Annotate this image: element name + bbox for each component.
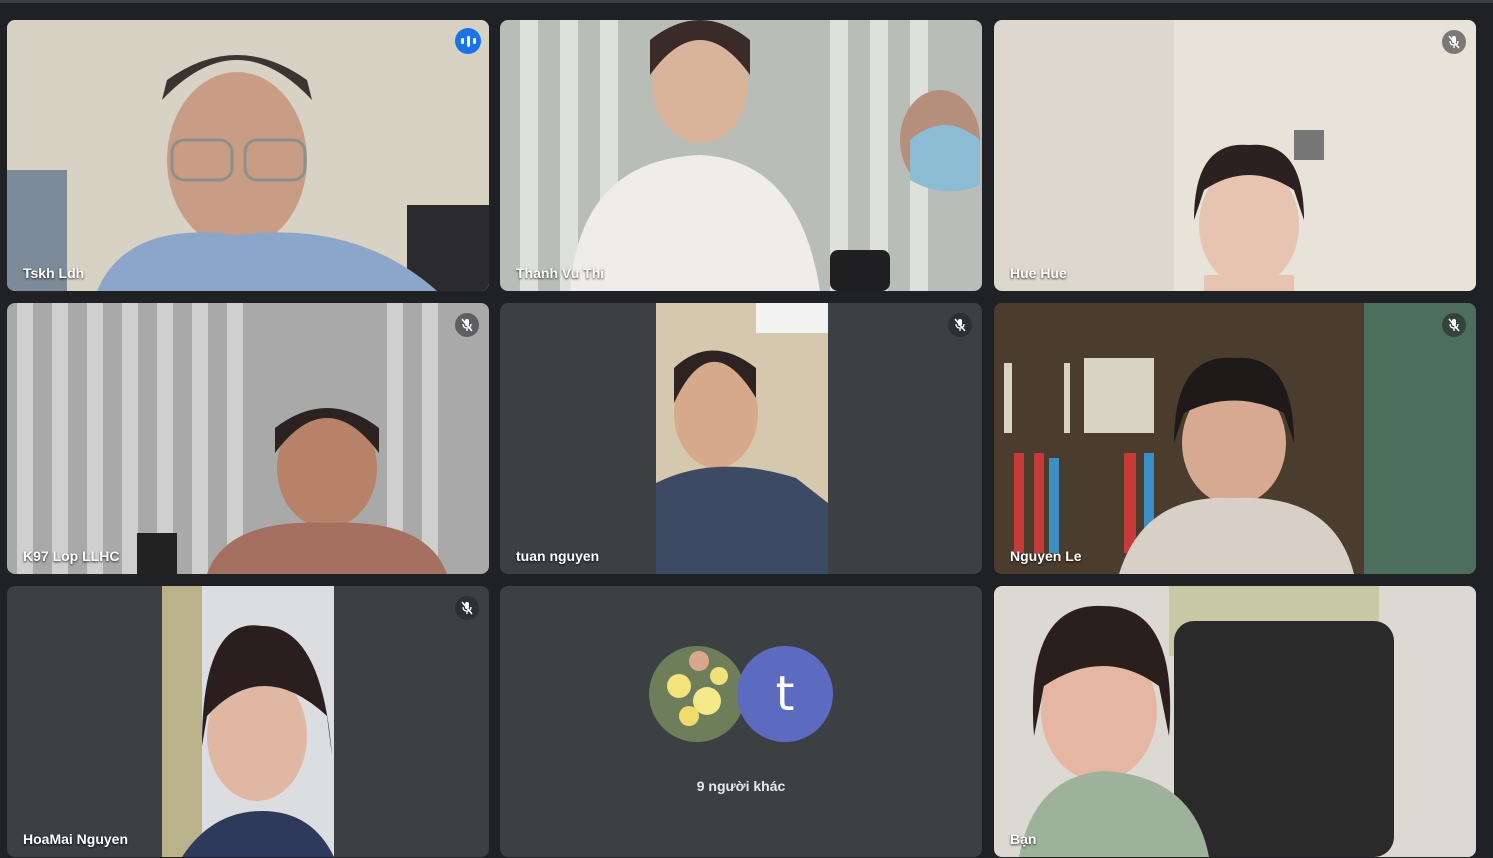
participant-tile-nguyen-le[interactable]: Nguyen Le bbox=[994, 303, 1476, 574]
participant-video bbox=[500, 20, 982, 291]
participant-video bbox=[994, 303, 1476, 574]
participant-name: tuan nguyen bbox=[516, 548, 600, 564]
mic-off-icon bbox=[455, 596, 479, 620]
participant-tile-tuan-nguyen[interactable]: tuan nguyen bbox=[500, 303, 982, 574]
participant-name: Hue Hue bbox=[1010, 265, 1067, 281]
participant-name: Nguyen Le bbox=[1010, 548, 1082, 564]
others-avatars: t bbox=[500, 646, 982, 742]
participant-name: Bạn bbox=[1010, 831, 1037, 847]
mic-off-icon bbox=[1442, 313, 1466, 337]
mic-off-icon bbox=[1442, 30, 1466, 54]
participant-video bbox=[7, 20, 489, 291]
participant-video bbox=[994, 20, 1476, 291]
participant-tile-hoamai-nguyen[interactable]: HoaMai Nguyen bbox=[7, 586, 489, 857]
top-border bbox=[0, 0, 1493, 3]
others-tile[interactable]: t 9 người khác bbox=[500, 586, 982, 857]
participant-tile-thanh-vu-thi[interactable]: Thanh Vu Thi bbox=[500, 20, 982, 291]
participant-name: Thanh Vu Thi bbox=[516, 265, 605, 281]
letter-avatar: t bbox=[737, 646, 833, 742]
participant-tile-hue-hue[interactable]: Hue Hue bbox=[994, 20, 1476, 291]
participant-video bbox=[656, 303, 828, 574]
participant-name: K97 Lop LLHC bbox=[23, 548, 120, 564]
participant-video bbox=[7, 303, 489, 574]
participant-video bbox=[162, 586, 334, 857]
others-count-label: 9 người khác bbox=[696, 778, 786, 794]
mic-off-icon bbox=[948, 313, 972, 337]
audio-wave-icon bbox=[455, 28, 481, 54]
participant-name: Tskh Ldh bbox=[23, 265, 85, 281]
participant-name: HoaMai Nguyen bbox=[23, 831, 129, 847]
mic-off-icon bbox=[455, 313, 479, 337]
participant-video bbox=[994, 586, 1476, 857]
participant-tile-k97-lop-llhc[interactable]: K97 Lop LLHC bbox=[7, 303, 489, 574]
participant-tile-self[interactable]: Bạn bbox=[994, 586, 1476, 857]
flower-avatar bbox=[649, 646, 745, 742]
participant-tile-tskh-ldh[interactable]: Tskh Ldh bbox=[7, 20, 489, 291]
